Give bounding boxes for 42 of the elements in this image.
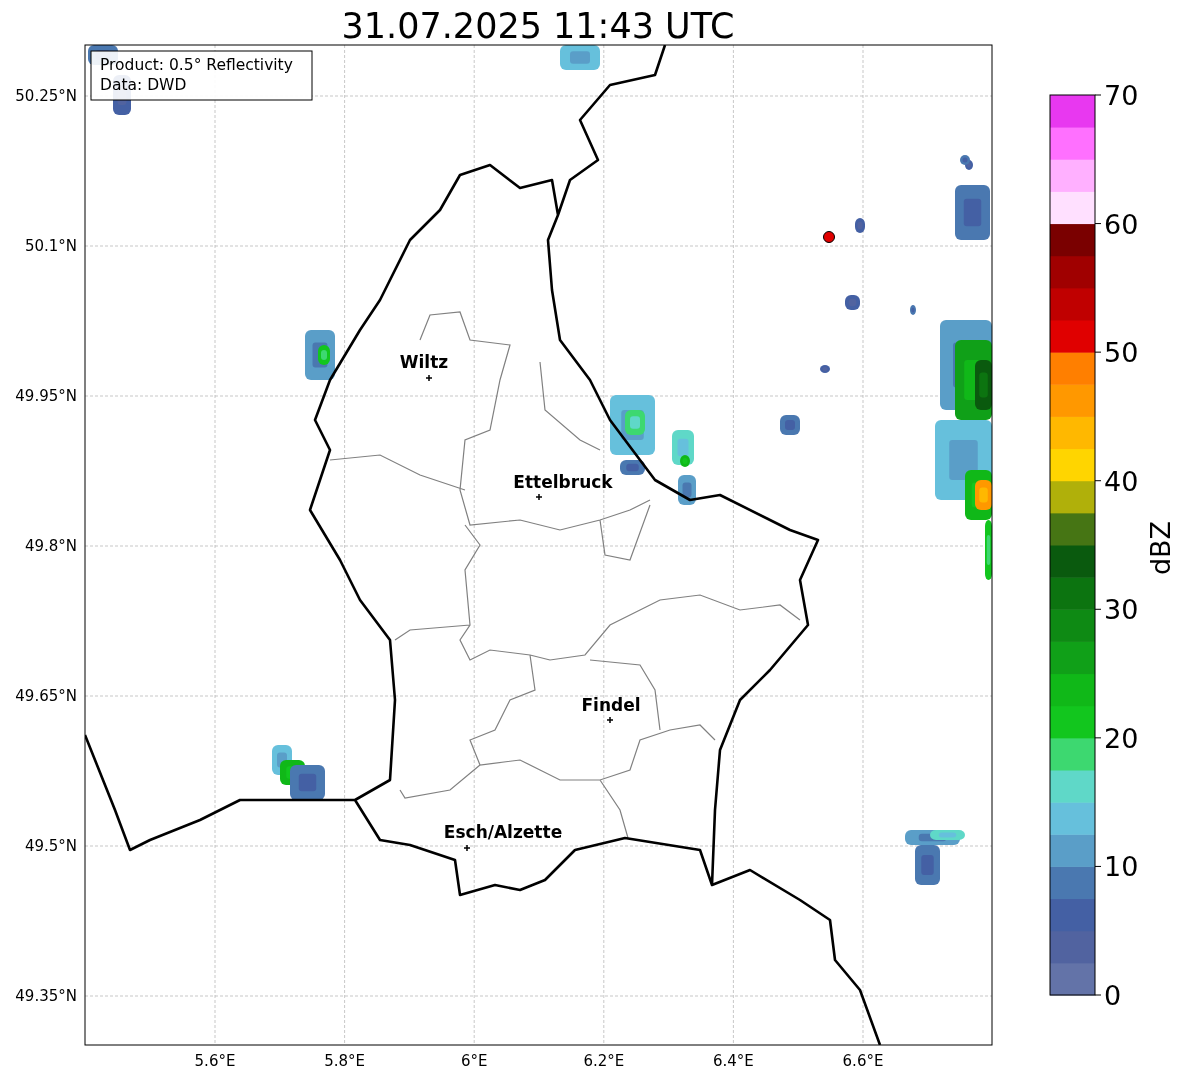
colorbar-tick-label: 40 xyxy=(1104,465,1139,497)
city-marker-icon xyxy=(463,844,471,852)
longitude-label: 6°E xyxy=(460,1052,488,1070)
longitude-label: 5.8°E xyxy=(324,1052,365,1070)
latitude-label: 50.1°N xyxy=(24,237,77,255)
tick-mark xyxy=(1094,994,1102,996)
longitude-label: 6.2°E xyxy=(583,1052,625,1070)
city-marker-icon xyxy=(535,493,543,501)
info-text: Data: DWD xyxy=(100,76,187,94)
colorbar-tick-label: 50 xyxy=(1104,337,1139,369)
longitude-label: 6.4°E xyxy=(713,1052,754,1070)
colorbar-tick-label: 0 xyxy=(1104,980,1122,1011)
latitude-label: 49.5°N xyxy=(24,837,77,855)
latitude-label: 49.95°N xyxy=(15,387,77,405)
tick-mark xyxy=(1094,737,1102,739)
city-marker-icon xyxy=(606,716,614,724)
longitude-label: 6.6°E xyxy=(842,1052,884,1070)
colorbar-tick-label: 60 xyxy=(1104,208,1139,240)
city-label: Findel xyxy=(581,695,641,715)
latitude-label: 49.8°N xyxy=(24,537,77,555)
tick-mark xyxy=(1094,223,1102,225)
colorbar-tick-label: 20 xyxy=(1104,722,1139,754)
city-label: Wiltz xyxy=(399,352,449,372)
latitude-label: 49.65°N xyxy=(15,687,77,705)
colorbar-tick-label: 10 xyxy=(1104,851,1139,883)
tick-mark xyxy=(1094,865,1102,867)
colorbar-title: dBZ xyxy=(1145,520,1176,576)
longitude-label: 5.6°E xyxy=(194,1052,236,1070)
colorbar-tick-label: 30 xyxy=(1104,594,1139,626)
colorbar-tick-label: 70 xyxy=(1104,80,1139,111)
tick-mark xyxy=(1094,94,1102,96)
latitude-label: 49.35°N xyxy=(15,987,77,1005)
tick-mark xyxy=(1094,480,1102,482)
tick-mark xyxy=(1094,608,1102,610)
info-text: Product: 0.5° Reflectivity xyxy=(100,56,293,74)
tick-mark xyxy=(1094,351,1102,353)
latitude-label: 50.25°N xyxy=(15,87,77,105)
city-label: Esch/Alzette xyxy=(443,822,563,842)
city-marker-icon xyxy=(425,374,433,382)
city-label: Ettelbruck xyxy=(513,472,613,492)
chart-title: 31.07.2025 11:43 UTC xyxy=(341,6,735,46)
radar-site-icon xyxy=(823,231,835,243)
